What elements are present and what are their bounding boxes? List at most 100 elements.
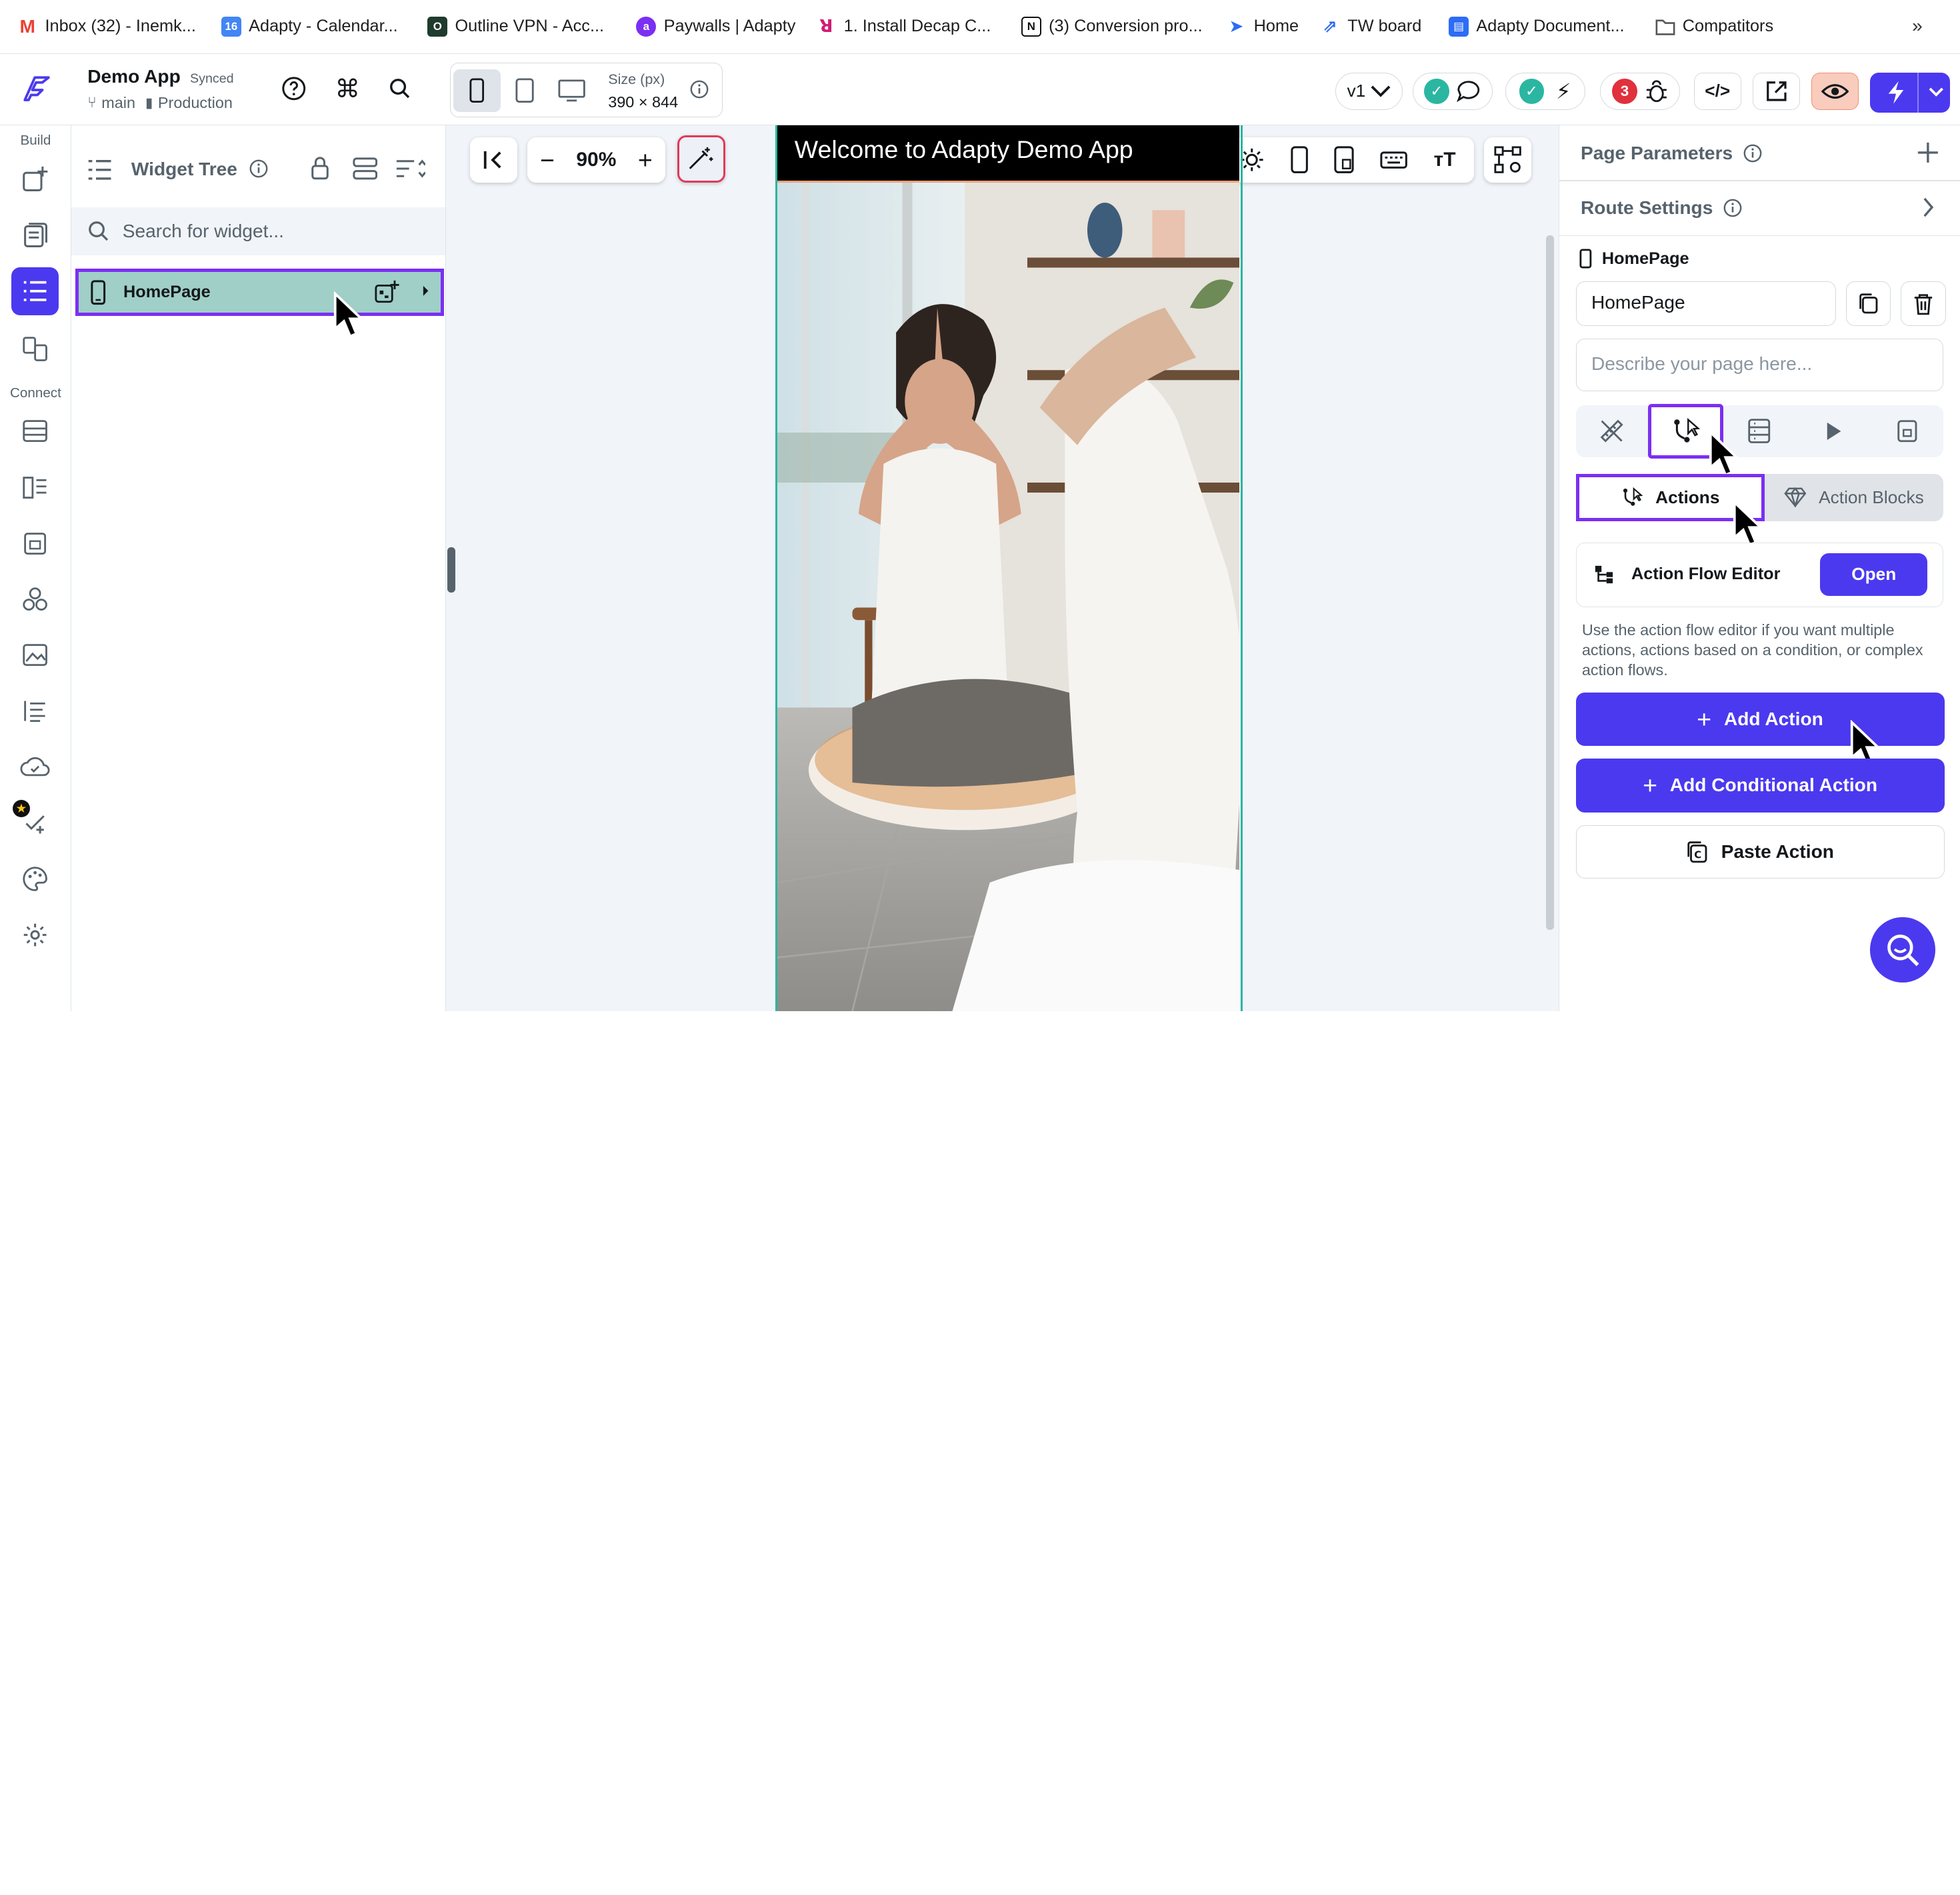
widget-layout-button[interactable] bbox=[1483, 137, 1531, 183]
info-icon[interactable] bbox=[1723, 198, 1743, 218]
pages-icon[interactable] bbox=[11, 211, 59, 259]
collapse-panel-button[interactable] bbox=[470, 137, 518, 183]
info-icon[interactable] bbox=[1743, 143, 1763, 163]
issues-button[interactable]: 3 bbox=[1600, 72, 1680, 110]
version-dropdown[interactable]: v1 bbox=[1335, 72, 1403, 110]
diamond-block-icon bbox=[1783, 487, 1807, 508]
help-icon[interactable] bbox=[280, 75, 307, 103]
caret-right-icon[interactable] bbox=[422, 285, 429, 297]
calendar-icon: 16 bbox=[221, 16, 241, 37]
bookmark-folder-compatitors[interactable]: Compatitors bbox=[1655, 16, 1831, 37]
tab-animations[interactable] bbox=[1797, 410, 1869, 453]
sort-options-icon[interactable] bbox=[395, 159, 425, 179]
add-parameter-icon[interactable] bbox=[1917, 141, 1939, 164]
add-widget-icon[interactable] bbox=[375, 279, 400, 305]
text-scale-icon[interactable]: ᴛT bbox=[1434, 149, 1456, 171]
testing-icon[interactable]: ★ bbox=[11, 799, 59, 846]
run-button[interactable] bbox=[1870, 72, 1950, 113]
more-bookmarks-icon[interactable]: » bbox=[1912, 15, 1923, 37]
app-bar-title[interactable]: Welcome to Adapty Demo App bbox=[777, 125, 1240, 183]
preview-button[interactable] bbox=[1811, 72, 1859, 110]
collapse-all-icon[interactable] bbox=[353, 157, 378, 180]
branch-icon: ⑂ bbox=[87, 94, 97, 111]
panel-resize-handle[interactable] bbox=[447, 547, 455, 593]
firestore-icon[interactable] bbox=[11, 407, 59, 455]
settings-gear-icon[interactable] bbox=[11, 911, 59, 958]
branch-info[interactable]: ⑂ main ▮ Production bbox=[87, 94, 233, 112]
help-chat-button[interactable] bbox=[1870, 917, 1935, 982]
zoom-level[interactable]: 90% bbox=[576, 149, 616, 171]
bookmark-paywalls[interactable]: a Paywalls | Adapty bbox=[636, 16, 816, 37]
phone-preview[interactable]: Welcome to Adapty Demo App bbox=[775, 125, 1243, 1011]
bookmark-notion[interactable]: N (3) Conversion pro... bbox=[1021, 16, 1227, 37]
page-description-input[interactable]: Describe your page here... bbox=[1575, 339, 1943, 391]
tab-page-files[interactable] bbox=[1871, 410, 1943, 453]
add-conditional-action-button[interactable]: + Add Conditional Action bbox=[1575, 759, 1945, 813]
languages-icon[interactable] bbox=[11, 687, 59, 735]
light-mode-icon[interactable] bbox=[1239, 147, 1265, 173]
page-name-input[interactable]: HomePage bbox=[1575, 281, 1836, 327]
info-icon[interactable] bbox=[689, 79, 709, 99]
info-icon[interactable] bbox=[249, 159, 269, 179]
test-status-button[interactable]: ✓ ⚡ bbox=[1505, 72, 1585, 110]
add-widget-icon[interactable] bbox=[11, 155, 59, 203]
code-view-button[interactable]: </> bbox=[1693, 72, 1741, 110]
app-values-icon[interactable] bbox=[11, 464, 59, 511]
api-calls-icon[interactable] bbox=[11, 520, 59, 567]
bookmark-decap[interactable]: ꓤ 1. Install Decap C... bbox=[816, 16, 1021, 37]
lock-icon[interactable] bbox=[310, 156, 330, 181]
bookmark-calendar[interactable]: 16 Adapty - Calendar... bbox=[221, 16, 427, 37]
action-blocks-tab[interactable]: Action Blocks bbox=[1765, 474, 1943, 521]
chevron-right-icon[interactable] bbox=[1922, 197, 1935, 217]
canvas-scrollbar[interactable] bbox=[1546, 235, 1554, 930]
custom-code-icon[interactable] bbox=[11, 576, 59, 623]
cloud-functions-icon[interactable] bbox=[11, 743, 59, 790]
size-value[interactable]: 390 × 844 bbox=[608, 93, 678, 111]
route-settings-header[interactable]: Route Settings bbox=[1581, 197, 1743, 219]
bookmark-home[interactable]: ➤ Home bbox=[1226, 16, 1320, 37]
magic-edit-button[interactable] bbox=[677, 135, 725, 183]
mobile-device-button[interactable] bbox=[453, 69, 501, 112]
sync-status: Synced bbox=[190, 71, 234, 86]
action-flow-icon bbox=[1621, 486, 1643, 509]
plus-icon: + bbox=[1643, 771, 1658, 799]
safe-area-icon[interactable] bbox=[1334, 146, 1354, 174]
delete-page-button[interactable] bbox=[1901, 281, 1946, 327]
home-arrow-icon: ➤ bbox=[1226, 16, 1247, 37]
search-icon[interactable] bbox=[386, 75, 413, 103]
bookmarks-bar: M Inbox (32) - Inemk... 16 Adapty - Cale… bbox=[0, 0, 1960, 54]
open-external-icon bbox=[1765, 80, 1788, 103]
media-assets-icon[interactable] bbox=[11, 631, 59, 679]
layout-settings-icon bbox=[1494, 146, 1521, 174]
bookmark-gmail[interactable]: M Inbox (32) - Inemk... bbox=[17, 16, 221, 37]
page-parameters-header[interactable]: Page Parameters bbox=[1581, 143, 1763, 164]
bookmark-adapty-docs[interactable]: ▤ Adapty Document... bbox=[1449, 16, 1655, 37]
app-name[interactable]: Demo App bbox=[87, 66, 181, 87]
command-palette-icon[interactable]: ⌘ bbox=[334, 75, 361, 103]
open-flow-editor-button[interactable]: Open bbox=[1820, 553, 1928, 596]
bookmark-tw-board[interactable]: ⇗ TW board bbox=[1320, 16, 1449, 37]
tab-properties[interactable] bbox=[1576, 410, 1649, 453]
tablet-device-button[interactable] bbox=[501, 69, 548, 112]
jira-icon: ⇗ bbox=[1320, 16, 1340, 37]
device-frame-icon[interactable] bbox=[1290, 146, 1308, 174]
paste-action-button[interactable]: C Paste Action bbox=[1575, 825, 1945, 879]
flutterflow-logo-icon[interactable] bbox=[17, 70, 55, 107]
tree-item-homepage[interactable]: HomePage bbox=[75, 269, 444, 317]
zoom-out-icon[interactable]: − bbox=[540, 146, 555, 175]
widget-search-input[interactable]: Search for widget... bbox=[71, 207, 445, 255]
bookmark-outline-vpn[interactable]: O Outline VPN - Acc... bbox=[427, 16, 636, 37]
open-external-button[interactable] bbox=[1752, 72, 1800, 110]
zoom-in-icon[interactable]: + bbox=[638, 146, 653, 175]
widget-tree-icon[interactable] bbox=[11, 267, 59, 315]
hero-image[interactable] bbox=[777, 182, 1240, 1011]
mouse-cursor-icon bbox=[1733, 500, 1764, 547]
chevron-down-icon[interactable] bbox=[1929, 87, 1944, 97]
desktop-device-button[interactable] bbox=[548, 69, 595, 112]
storyboard-icon[interactable] bbox=[11, 325, 59, 373]
comments-status-button[interactable]: ✓ bbox=[1412, 72, 1493, 110]
add-action-button[interactable]: + Add Action bbox=[1575, 692, 1945, 747]
theme-settings-icon[interactable] bbox=[11, 855, 59, 903]
keyboard-icon[interactable] bbox=[1380, 151, 1407, 169]
duplicate-page-button[interactable] bbox=[1845, 281, 1891, 327]
